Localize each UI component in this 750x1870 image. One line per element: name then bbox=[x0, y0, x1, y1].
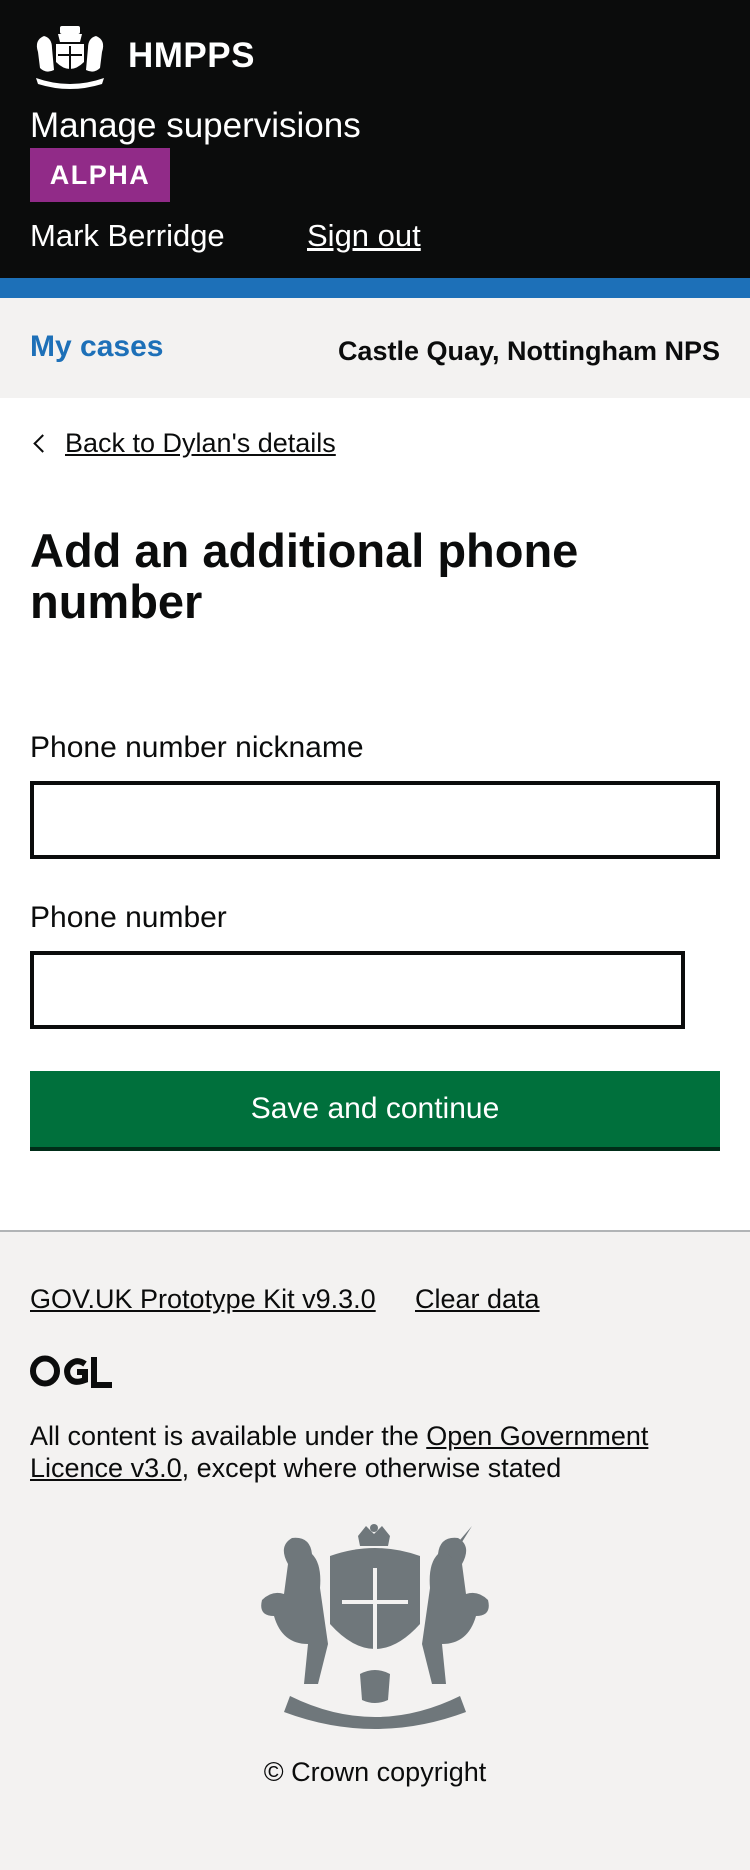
royal-coat-of-arms-icon bbox=[261, 1524, 489, 1729]
phase-tag: ALPHA bbox=[30, 148, 170, 202]
phone-number-label: Phone number bbox=[30, 901, 227, 934]
nickname-input[interactable] bbox=[30, 781, 720, 859]
hmpps-brand[interactable]: HMPPS bbox=[30, 22, 255, 90]
phone-number-input[interactable] bbox=[30, 951, 685, 1029]
brand-name: HMPPS bbox=[128, 36, 255, 75]
clear-data-link[interactable]: Clear data bbox=[415, 1284, 540, 1315]
header-accent-bar bbox=[0, 278, 750, 298]
chevron-left-icon bbox=[33, 434, 52, 453]
licence-suffix: , except where otherwise stated bbox=[181, 1453, 562, 1484]
user-name: Mark Berridge bbox=[30, 218, 225, 253]
site-header: HMPPS Manage supervisions ALPHA Mark Ber… bbox=[0, 0, 750, 278]
sub-navigation: My cases Castle Quay, Nottingham NPS bbox=[0, 298, 750, 398]
ogl-logo-icon bbox=[30, 1355, 112, 1388]
save-and-continue-button[interactable]: Save and continue bbox=[30, 1071, 720, 1147]
licence-statement: All content is available under the Open … bbox=[30, 1420, 690, 1485]
prototype-kit-link[interactable]: GOV.UK Prototype Kit v9.3.0 bbox=[30, 1284, 376, 1315]
crown-copyright[interactable]: © Crown copyright bbox=[0, 1757, 750, 1788]
crown-crest-icon bbox=[36, 26, 104, 89]
service-name[interactable]: Manage supervisions bbox=[30, 106, 361, 146]
main-content: Back to Dylan's details Add an additiona… bbox=[0, 398, 750, 1230]
back-link[interactable]: Back to Dylan's details bbox=[30, 428, 336, 459]
page-title: Add an additional phone number bbox=[30, 524, 579, 628]
sign-out-link[interactable]: Sign out bbox=[307, 218, 421, 254]
licence-prefix: All content is available under the bbox=[30, 1421, 427, 1451]
nickname-label: Phone number nickname bbox=[30, 731, 364, 764]
my-cases-link[interactable]: My cases bbox=[30, 330, 163, 364]
office-location: Castle Quay, Nottingham NPS bbox=[337, 336, 720, 366]
site-footer: GOV.UK Prototype Kit v9.3.0 Clear data A… bbox=[0, 1230, 750, 1870]
back-link-label: Back to Dylan's details bbox=[65, 428, 336, 458]
